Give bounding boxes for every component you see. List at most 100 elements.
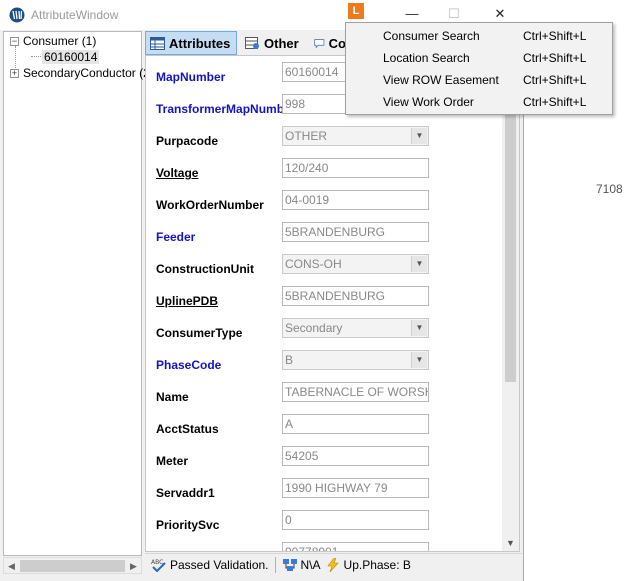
menu-item-shortcut: Ctrl+Shift+L: [523, 51, 587, 65]
tree-node-label: 60160014: [42, 50, 100, 64]
attribute-dropdown[interactable]: OTHER ▼: [282, 126, 429, 146]
window-title: AttributeWindow: [31, 8, 119, 22]
network-icon: [282, 558, 297, 571]
attribute-label: Voltage: [156, 166, 199, 180]
tools-dropdown-menu: Consumer Search Ctrl+Shift+L Location Se…: [345, 22, 613, 115]
connection-status: N\A: [282, 558, 321, 572]
expand-expander-icon[interactable]: +: [10, 68, 19, 78]
spellcheck-icon: ABC: [151, 559, 166, 572]
menu-item-label: Location Search: [383, 51, 470, 65]
scroll-left-arrow-icon[interactable]: ◀: [4, 559, 19, 573]
attribute-value: OTHER: [285, 129, 327, 143]
comment-icon: [314, 38, 325, 48]
menu-item-view-row-easement[interactable]: View ROW Easement Ctrl+Shift+L: [346, 69, 612, 91]
attribute-row: UplinePDB 5BRANDENBURG: [146, 286, 504, 318]
menu-item-label: View Work Order: [383, 95, 474, 109]
attribute-value: 60160014: [285, 65, 339, 79]
attribute-label: AcctStatus: [156, 422, 219, 436]
attribute-field[interactable]: 1990 HIGHWAY 79: [282, 478, 429, 498]
menu-item-shortcut: Ctrl+Shift+L: [523, 95, 587, 109]
scrollbar-thumb[interactable]: [505, 72, 516, 382]
phase-status-text: Up.Phase: B: [343, 557, 411, 572]
connection-status-text: N\A: [300, 557, 321, 572]
attribute-value: A: [285, 417, 294, 431]
phase-status: Up.Phase: B: [325, 557, 411, 572]
attribute-label: Ml: [156, 550, 169, 551]
attribute-row: WorkOrderNumber 04-0019: [146, 190, 504, 222]
dropdown-arrow-icon[interactable]: ▼: [411, 320, 427, 336]
attribute-value: 120/240: [285, 161, 329, 175]
maximize-button[interactable]: ☐: [442, 4, 466, 24]
tree-node-60160014[interactable]: 60160014: [42, 49, 100, 65]
attribute-row: Meter 54205: [146, 446, 504, 478]
dropdown-arrow-icon[interactable]: ▼: [411, 128, 427, 144]
menu-item-location-search[interactable]: Location Search Ctrl+Shift+L: [346, 47, 612, 69]
tab-other[interactable]: Other: [241, 31, 307, 55]
scroll-down-arrow-icon[interactable]: ▼: [502, 536, 519, 551]
tool-menu-button[interactable]: L: [348, 3, 364, 19]
dropdown-arrow-icon[interactable]: ▼: [411, 352, 427, 368]
attribute-dropdown[interactable]: Secondary ▼: [282, 318, 429, 338]
attribute-field[interactable]: 120/240: [282, 158, 429, 178]
tree-node-secondary-conductor[interactable]: + SecondaryConductor (2): [10, 65, 154, 81]
attribute-field[interactable]: 5BRANDENBURG: [282, 222, 429, 242]
attribute-field[interactable]: 04-0019: [282, 190, 429, 210]
attribute-label: Meter: [156, 454, 189, 468]
attribute-dropdown[interactable]: CONS-OH ▼: [282, 254, 429, 274]
attributes-vertical-scrollbar[interactable]: ▼: [502, 56, 519, 551]
attribute-field[interactable]: 54205: [282, 446, 429, 466]
attribute-label: Feeder: [156, 230, 196, 244]
menu-item-consumer-search[interactable]: Consumer Search Ctrl+Shift+L: [346, 25, 612, 47]
attributes-table-icon: [150, 36, 165, 50]
attribute-dropdown[interactable]: B ▼: [282, 350, 429, 370]
attribute-label: Servaddr1: [156, 486, 215, 500]
attribute-label: MapNumber: [156, 70, 226, 84]
attribute-value: 54205: [285, 449, 319, 463]
attribute-value: CONS-OH: [285, 257, 342, 271]
status-bar: ABC Passed Validation. N\A Up.Phase: B: [145, 553, 522, 575]
tree-node-label: Consumer (1): [23, 34, 97, 48]
svg-text:ABC: ABC: [151, 559, 163, 566]
background-number: 7108: [596, 182, 623, 196]
attributes-panel[interactable]: MapNumber 60160014 TransformerMapNumb 998 Pu…: [145, 55, 520, 552]
attribute-field[interactable]: 90778001: [282, 542, 429, 552]
attribute-row: Voltage 120/240: [146, 158, 504, 190]
menu-item-shortcut: Ctrl+Shift+L: [523, 73, 587, 87]
tree-horizontal-scrollbar[interactable]: ◀ ▶: [3, 557, 142, 574]
menu-item-label: View ROW Easement: [383, 73, 499, 87]
attribute-row: PrioritySvc 0: [146, 510, 504, 542]
attribute-value: 90778001: [285, 545, 339, 552]
tree-node-label: SecondaryConductor (2): [23, 66, 154, 80]
attribute-field[interactable]: 5BRANDENBURG: [282, 286, 429, 306]
collapse-expander-icon[interactable]: −: [10, 36, 19, 46]
minimize-button[interactable]: —: [400, 4, 424, 24]
attribute-value: B: [285, 353, 294, 367]
menu-item-shortcut: Ctrl+Shift+L: [523, 29, 587, 43]
dropdown-arrow-icon[interactable]: ▼: [411, 256, 427, 272]
attribute-field[interactable]: A: [282, 414, 429, 434]
tab-attributes[interactable]: Attributes: [145, 31, 237, 55]
attribute-row: Feeder 5BRANDENBURG: [146, 222, 504, 254]
attribute-value: TABERNACLE OF WORSHIP: [285, 385, 429, 399]
scroll-right-arrow-icon[interactable]: ▶: [126, 559, 141, 573]
attribute-label: Name: [156, 390, 189, 404]
other-table-icon: [245, 36, 259, 49]
feature-tree[interactable]: − Consumer (1) 60160014 + SecondaryCondu…: [3, 31, 154, 556]
close-button[interactable]: ✕: [488, 4, 512, 24]
attribute-label: TransformerMapNumb: [156, 102, 285, 116]
scrollbar-thumb[interactable]: [20, 560, 125, 572]
attribute-label: Purpacode: [156, 134, 219, 148]
attribute-field[interactable]: 0: [282, 510, 429, 530]
attribute-row: PhaseCode B ▼: [146, 350, 504, 382]
menu-item-view-work-order[interactable]: View Work Order Ctrl+Shift+L: [346, 91, 612, 113]
attribute-value: 0: [285, 513, 292, 527]
menu-item-label: Consumer Search: [383, 29, 480, 43]
attribute-field[interactable]: TABERNACLE OF WORSHIP: [282, 382, 429, 402]
attribute-label: UplinePDB: [156, 294, 219, 308]
tree-node-consumer[interactable]: − Consumer (1): [10, 33, 96, 49]
attribute-row: Purpacode OTHER ▼: [146, 126, 504, 158]
tab-comments[interactable]: Co: [310, 31, 350, 55]
tab-label: Co: [328, 35, 346, 51]
attribute-label: ConsumerType: [156, 326, 243, 340]
attribute-label: WorkOrderNumber: [156, 198, 264, 212]
